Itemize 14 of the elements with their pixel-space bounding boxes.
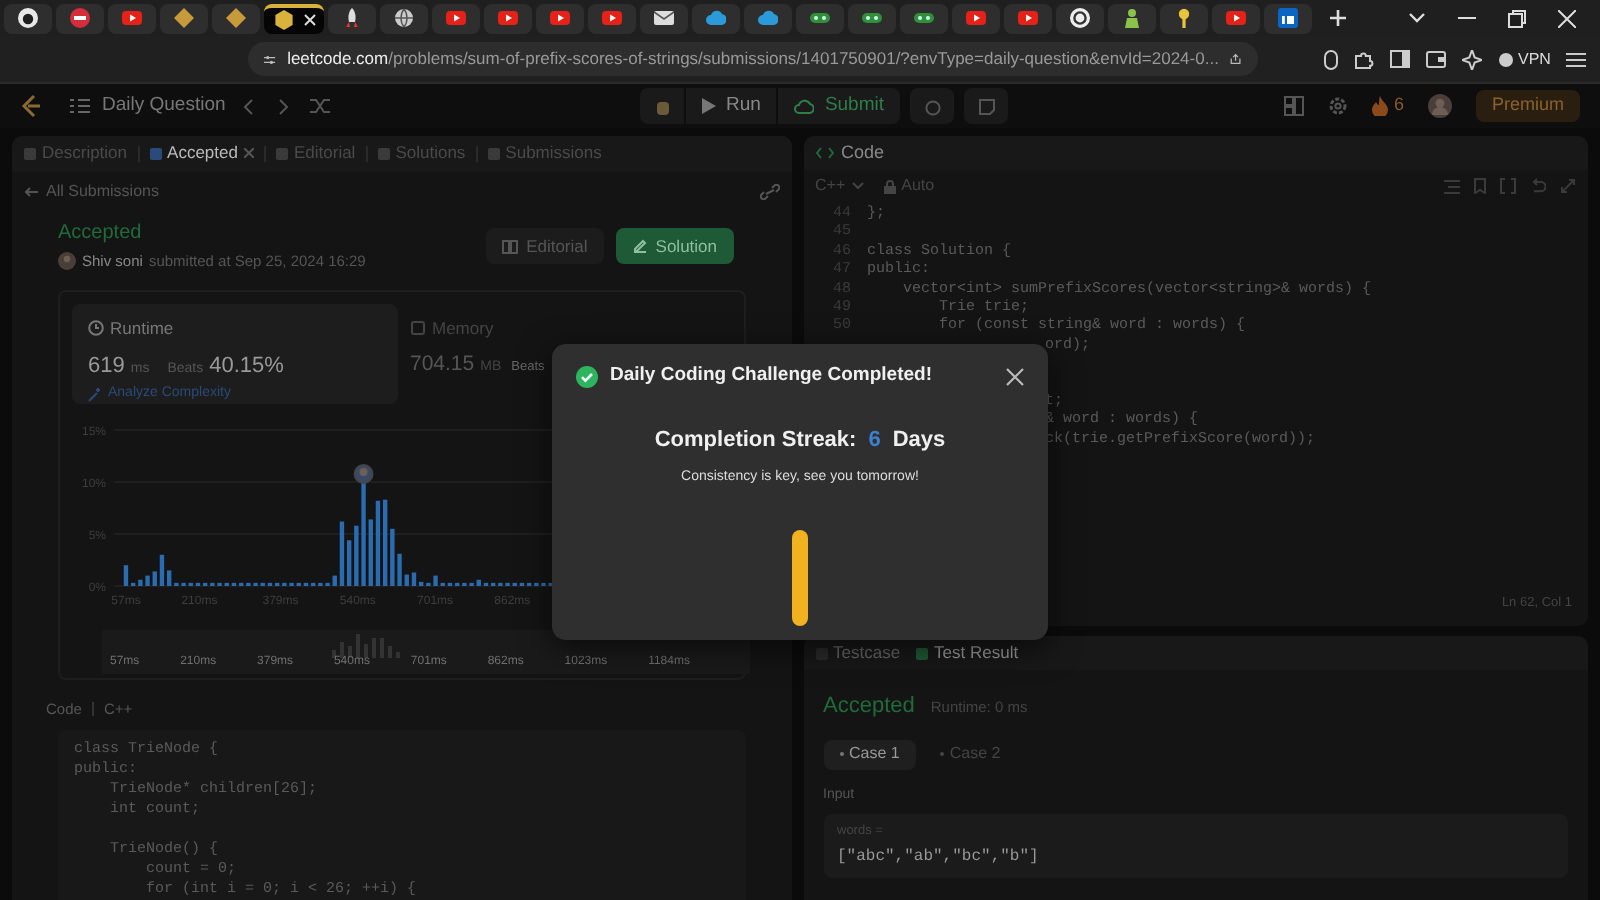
streak-unit: Days xyxy=(892,426,946,457)
url-text: leetcode.com/problems/sum-of-prefix-scores-of-strings/submissions/1401750901/?envType=daily-question&envId=2024-0... xyxy=(287,46,1219,72)
status-text: Accepted xyxy=(58,221,144,245)
runtime-value: 619 xyxy=(88,351,125,381)
streak-label: Completion Streak: xyxy=(654,426,857,457)
panel-title: Code xyxy=(841,139,885,166)
result-status: Accepted xyxy=(823,692,915,722)
dialog-title: Daily Coding Challenge Completed! xyxy=(610,362,932,390)
beats-percent: 40.15% xyxy=(209,351,284,381)
streak-count: 6 xyxy=(1393,92,1404,119)
input-value: ["abc","ab","bc","b"] xyxy=(837,845,1041,870)
runtime-label: Runtime xyxy=(110,315,174,341)
memory-value: 704.15 xyxy=(410,349,475,379)
streak-count: 6 xyxy=(868,426,881,457)
